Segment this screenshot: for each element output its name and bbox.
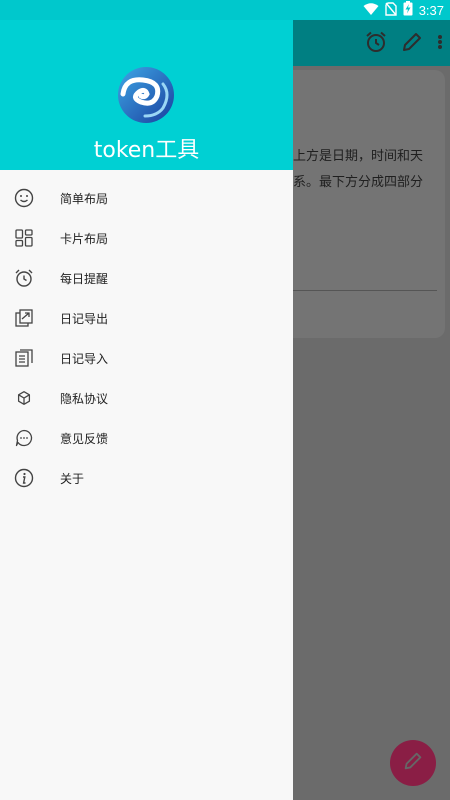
status-time: 3:37 bbox=[418, 2, 444, 18]
export-icon bbox=[12, 306, 36, 330]
battery-charging-icon bbox=[403, 0, 413, 20]
toolbar-icons bbox=[364, 30, 444, 58]
alarm-icon[interactable] bbox=[364, 30, 388, 58]
app-logo bbox=[117, 66, 175, 124]
app-name: token工具 bbox=[93, 138, 200, 163]
menu-label: 每日提醒 bbox=[60, 271, 109, 286]
menu-label: 卡片布局 bbox=[60, 231, 109, 246]
pencil-icon bbox=[402, 750, 424, 776]
wifi-icon bbox=[363, 1, 379, 20]
menu-item-simple-layout[interactable]: 简单布局 bbox=[0, 178, 293, 218]
menu-label: 隐私协议 bbox=[60, 391, 109, 406]
menu-item-export-diary[interactable]: 日记导出 bbox=[0, 298, 293, 338]
navigation-drawer: token工具 简单布局 卡片布局 每日提醒 日记导出 日记导入 隐私协议 意见… bbox=[0, 0, 293, 800]
card-text-line-1: 上方是日期，时间和天 bbox=[293, 149, 424, 164]
menu-item-about[interactable]: 关于 bbox=[0, 458, 293, 498]
status-bar: 3:37 bbox=[0, 0, 450, 20]
pencil-icon[interactable] bbox=[400, 30, 424, 58]
smiley-icon bbox=[12, 186, 36, 210]
menu-item-privacy-policy[interactable]: 隐私协议 bbox=[0, 378, 293, 418]
no-sim-icon bbox=[384, 1, 397, 20]
more-vert-icon[interactable] bbox=[436, 30, 444, 58]
import-document-icon bbox=[12, 346, 36, 370]
drawer-header: token工具 bbox=[0, 20, 293, 170]
alarm-icon bbox=[12, 266, 36, 290]
drawer-menu: 简单布局 卡片布局 每日提醒 日记导出 日记导入 隐私协议 意见反馈 关于 bbox=[0, 178, 293, 498]
chat-bubble-icon bbox=[12, 426, 36, 450]
menu-item-card-layout[interactable]: 卡片布局 bbox=[0, 218, 293, 258]
menu-item-feedback[interactable]: 意见反馈 bbox=[0, 418, 293, 458]
card-divider bbox=[293, 290, 437, 291]
new-entry-fab[interactable] bbox=[390, 740, 436, 786]
grid-icon bbox=[12, 226, 36, 250]
menu-label: 意见反馈 bbox=[60, 431, 109, 446]
menu-label: 关于 bbox=[60, 471, 85, 486]
card-text-line-2: 系。最下方分成四部分 bbox=[293, 175, 424, 190]
status-icons: 3:37 bbox=[363, 0, 444, 20]
menu-label: 日记导出 bbox=[60, 311, 109, 326]
cube-icon bbox=[12, 386, 36, 410]
menu-label: 简单布局 bbox=[60, 191, 109, 206]
menu-label: 日记导入 bbox=[60, 351, 109, 366]
card-text: 上方是日期，时间和天 系。最下方分成四部分 bbox=[293, 144, 443, 196]
info-icon bbox=[12, 466, 36, 490]
menu-item-import-diary[interactable]: 日记导入 bbox=[0, 338, 293, 378]
menu-item-daily-reminder[interactable]: 每日提醒 bbox=[0, 258, 293, 298]
